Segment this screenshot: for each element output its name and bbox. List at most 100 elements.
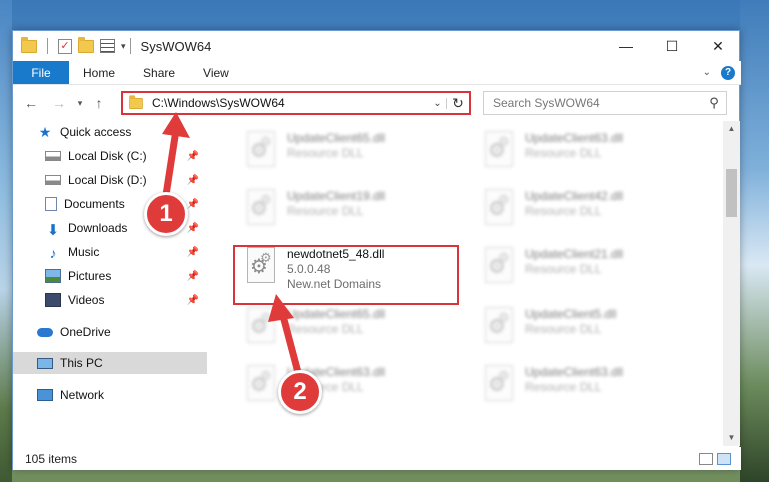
onedrive-cloud-icon bbox=[37, 327, 53, 337]
dll-file-icon: ⚙ ⚙ bbox=[483, 307, 517, 347]
file-name: UpdateClient5.dll bbox=[525, 307, 617, 321]
sidebar-item-label: Videos bbox=[68, 293, 105, 307]
file-type: Resource DLL bbox=[287, 204, 364, 218]
recent-locations-chevron-icon[interactable]: ▾ bbox=[73, 98, 87, 109]
file-type: Resource DLL bbox=[525, 262, 602, 276]
address-folder-icon bbox=[129, 94, 143, 109]
status-bar: 105 items bbox=[13, 447, 741, 470]
toolbar-divider bbox=[47, 38, 48, 54]
help-icon[interactable]: ? bbox=[721, 65, 735, 80]
sidebar-item-label: Network bbox=[60, 388, 105, 402]
star-icon: ★ bbox=[38, 124, 52, 140]
drive-icon bbox=[45, 151, 61, 161]
tab-share[interactable]: Share bbox=[129, 61, 189, 84]
file-item[interactable]: ⚙ ⚙ UpdateClient42.dll Resource DLL bbox=[477, 183, 707, 237]
maximize-button[interactable]: ☐ bbox=[649, 31, 695, 61]
file-item[interactable]: ⚙ ⚙ UpdateClient63.dll Resource DLL bbox=[477, 359, 707, 413]
file-explorer-window: ✓ ▾ SysWOW64 — ☐ ✕ File Home Share View … bbox=[12, 30, 741, 470]
pin-icon: 📌 bbox=[186, 222, 199, 234]
file-type: Resource DLL bbox=[525, 204, 602, 218]
sidebar-item-music[interactable]: ♪ Music 📌 bbox=[13, 241, 207, 263]
view-buttons bbox=[699, 452, 741, 465]
file-item[interactable]: ⚙ ⚙ UpdateClient19.dll Resource DLL bbox=[239, 183, 469, 237]
step-badge-1: 1 bbox=[144, 192, 188, 236]
sidebar-item-label: OneDrive bbox=[60, 325, 111, 339]
quick-access-toolbar: ✓ ▾ bbox=[13, 36, 126, 54]
vertical-scrollbar[interactable]: ▲ ▼ bbox=[723, 121, 740, 446]
desktop-background-right bbox=[740, 0, 769, 482]
sidebar-item-label: Pictures bbox=[68, 269, 112, 283]
file-name: UpdateClient65.dll bbox=[287, 131, 386, 145]
dll-file-icon: ⚙ ⚙ bbox=[483, 131, 517, 171]
file-type: Resource DLL bbox=[525, 380, 602, 394]
sidebar-item-label: Music bbox=[68, 245, 100, 259]
new-folder-icon[interactable] bbox=[78, 36, 94, 53]
sidebar-item-pictures[interactable]: Pictures 📌 bbox=[13, 265, 207, 287]
window-title: SysWOW64 bbox=[140, 38, 212, 54]
file-type: Resource DLL bbox=[525, 322, 602, 336]
sidebar-item-label: This PC bbox=[60, 356, 103, 370]
ribbon-right-controls: ⌄ ? bbox=[703, 61, 741, 84]
file-type: Resource DLL bbox=[287, 146, 364, 160]
dll-file-icon: ⚙ ⚙ bbox=[483, 189, 517, 229]
properties-icon[interactable] bbox=[100, 39, 115, 53]
navigation-row: ← → ▾ ↑ C:\Windows\SysWOW64 ⌄ ↻ Search S… bbox=[13, 86, 741, 120]
sidebar-item-label: Quick access bbox=[60, 125, 132, 139]
dll-file-icon: ⚙ ⚙ bbox=[245, 189, 279, 229]
search-input[interactable]: Search SysWOW64 bbox=[484, 96, 702, 110]
details-view-icon[interactable] bbox=[699, 452, 713, 465]
pictures-icon bbox=[45, 269, 61, 283]
file-item[interactable]: ⚙ ⚙ UpdateClient65.dll Resource DLL bbox=[239, 125, 469, 179]
pin-icon: 📌 bbox=[186, 246, 199, 258]
file-type: Resource DLL bbox=[525, 146, 602, 160]
title-bar: ✓ ▾ SysWOW64 — ☐ ✕ bbox=[13, 31, 741, 61]
file-name: UpdateClient19.dll bbox=[287, 189, 386, 203]
dll-file-icon: ⚙ ⚙ bbox=[483, 365, 517, 405]
sidebar-item-videos[interactable]: Videos 📌 bbox=[13, 289, 207, 311]
close-button[interactable]: ✕ bbox=[695, 31, 741, 61]
file-name: UpdateClient63.dll bbox=[525, 365, 624, 379]
search-box[interactable]: Search SysWOW64 ⚲ bbox=[483, 91, 727, 115]
file-item[interactable]: ⚙ ⚙ UpdateClient5.dll Resource DLL bbox=[477, 301, 707, 355]
computer-icon bbox=[37, 357, 53, 369]
music-icon: ♪ bbox=[49, 245, 57, 261]
back-arrow-icon[interactable]: ← bbox=[21, 95, 41, 111]
folder-icon bbox=[21, 36, 37, 53]
sidebar-item-onedrive[interactable]: OneDrive bbox=[13, 321, 207, 343]
tab-home[interactable]: Home bbox=[69, 61, 129, 84]
refresh-icon[interactable]: ↻ bbox=[447, 95, 469, 112]
tab-view[interactable]: View bbox=[189, 61, 243, 84]
large-icons-view-icon[interactable] bbox=[717, 452, 731, 465]
sidebar-item-this-pc[interactable]: This PC bbox=[13, 352, 207, 374]
scroll-down-icon[interactable]: ▼ bbox=[723, 430, 740, 446]
file-name: UpdateClient42.dll bbox=[525, 189, 624, 203]
file-name: UpdateClient21.dll bbox=[525, 247, 624, 261]
pin-icon: 📌 bbox=[186, 294, 199, 306]
minimize-button[interactable]: — bbox=[603, 31, 649, 61]
documents-icon bbox=[45, 197, 57, 211]
pin-icon: 📌 bbox=[186, 270, 199, 282]
file-item[interactable]: ⚙ ⚙ UpdateClient21.dll Resource DLL bbox=[477, 241, 707, 295]
dll-file-icon: ⚙ ⚙ bbox=[483, 247, 517, 287]
dll-file-icon: ⚙ ⚙ bbox=[245, 131, 279, 171]
properties-check-icon[interactable]: ✓ bbox=[58, 38, 72, 54]
desktop-background-left bbox=[0, 0, 12, 482]
sidebar-item-label: Documents bbox=[64, 197, 125, 211]
tab-file[interactable]: File bbox=[13, 61, 69, 84]
sidebar-item-network[interactable]: Network bbox=[13, 384, 207, 406]
file-item[interactable]: ⚙ ⚙ UpdateClient63.dll Resource DLL bbox=[477, 125, 707, 179]
up-arrow-icon[interactable]: ↑ bbox=[89, 95, 109, 111]
drive-icon bbox=[45, 175, 61, 185]
search-icon[interactable]: ⚲ bbox=[702, 95, 726, 111]
ribbon-tabs: File Home Share View ⌄ ? bbox=[13, 61, 741, 85]
file-name: UpdateClient63.dll bbox=[525, 131, 624, 145]
title-divider bbox=[129, 38, 131, 54]
forward-arrow-icon[interactable]: → bbox=[49, 95, 69, 111]
window-controls: — ☐ ✕ bbox=[603, 31, 741, 61]
scroll-up-icon[interactable]: ▲ bbox=[723, 121, 740, 137]
customize-toolbar-chevron-icon[interactable]: ▾ bbox=[121, 41, 126, 52]
sidebar-item-label: Downloads bbox=[68, 221, 128, 235]
expand-ribbon-chevron-icon[interactable]: ⌄ bbox=[703, 67, 711, 78]
scroll-thumb[interactable] bbox=[726, 169, 737, 217]
address-dropdown-chevron-icon[interactable]: ⌄ bbox=[429, 97, 447, 109]
